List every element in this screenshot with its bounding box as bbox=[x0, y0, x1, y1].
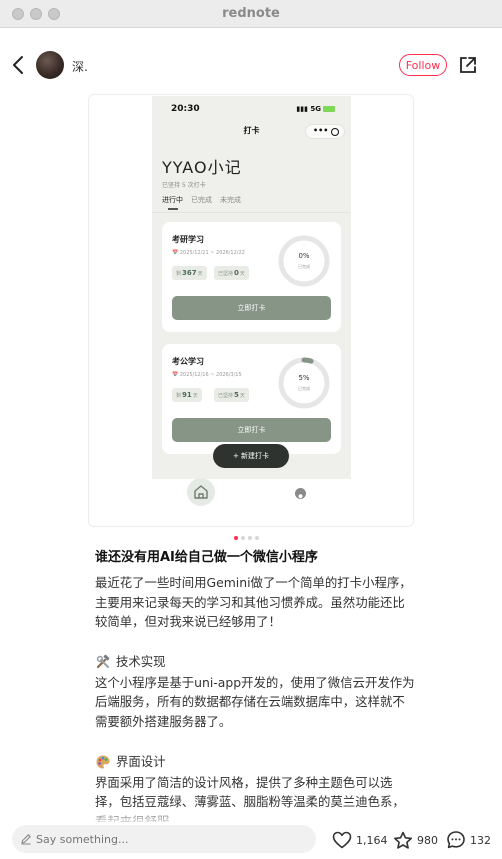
like-count: 1,164 bbox=[356, 833, 388, 847]
progress-percent: 5% bbox=[298, 374, 310, 382]
star-icon bbox=[394, 831, 412, 849]
streak-days-chip: 已坚持5天 bbox=[214, 388, 249, 402]
comment-bubble-icon bbox=[447, 831, 465, 849]
comment-button[interactable]: 132 bbox=[446, 830, 491, 850]
post-title: 谁还没有用AI给自己做一个微信小程序 bbox=[95, 550, 318, 565]
remaining-days-chip: 剩91天 bbox=[172, 388, 202, 402]
section-body-tech: 这个小程序是基于uni-app开发的，使用了微信云开发作为后端服务，所有的数据都… bbox=[95, 674, 415, 729]
collect-count: 980 bbox=[417, 833, 438, 847]
mini-app-subtitle: 已坚持 5 次打卡 bbox=[162, 182, 206, 189]
calendar-icon: 📅 bbox=[172, 372, 180, 378]
author-avatar[interactable] bbox=[36, 51, 64, 79]
target-icon bbox=[331, 128, 339, 136]
author-name[interactable]: 深. bbox=[72, 58, 88, 75]
status-time: 20:30 bbox=[171, 104, 200, 114]
calendar-icon: 📅 bbox=[172, 250, 180, 256]
signal-bars-icon: ▮▮▮ bbox=[296, 105, 311, 113]
comment-count: 132 bbox=[470, 833, 491, 847]
mini-tab-done: 已完成 bbox=[191, 196, 212, 204]
mini-home-tab bbox=[187, 478, 215, 506]
carousel-indicator bbox=[232, 536, 272, 542]
mini-tab-indicator bbox=[168, 208, 178, 210]
checkin-card: 考研学习 📅 2025/12/21 ~ 2026/12/22 剩367天 已坚持… bbox=[162, 222, 341, 332]
new-checkin-button: + 新建打卡 bbox=[213, 444, 289, 468]
mini-program-capsule: ••• bbox=[305, 124, 345, 139]
follow-button[interactable]: Follow bbox=[399, 54, 447, 76]
mini-tab-ongoing: 进行中 bbox=[162, 196, 183, 204]
status-signal: ▮▮▮ 5G bbox=[296, 105, 335, 113]
remaining-days-chip: 剩367天 bbox=[172, 266, 207, 280]
window-title: rednote bbox=[222, 6, 280, 21]
progress-percent: 0% bbox=[298, 252, 310, 260]
progress-caption: 已完成 bbox=[298, 264, 310, 269]
window-titlebar: rednote bbox=[0, 0, 502, 28]
collect-button[interactable]: 980 bbox=[393, 830, 438, 850]
checkin-card: 考公学习 📅 2025/12/16 ~ 2026/3/15 剩91天 已坚持5天… bbox=[162, 344, 341, 454]
share-icon[interactable] bbox=[458, 55, 478, 75]
comment-input[interactable] bbox=[12, 825, 316, 853]
pencil-icon bbox=[21, 834, 31, 845]
progress-caption: 已完成 bbox=[298, 386, 310, 391]
heart-icon bbox=[332, 831, 352, 849]
section-heading: 界面设计 bbox=[95, 751, 415, 773]
mini-tabs: 进行中 已完成 未完成 bbox=[162, 195, 249, 205]
progress-ring bbox=[278, 357, 330, 409]
user-icon bbox=[295, 488, 306, 499]
post-intro: 最近花了一些时间用Gemini做了一个简单的打卡小程序，主要用来记录每天的学习和… bbox=[95, 575, 412, 630]
back-arrow-icon[interactable] bbox=[8, 52, 30, 78]
post-header: 深. Follow bbox=[0, 46, 502, 86]
checkin-button: 立即打卡 bbox=[172, 296, 331, 320]
section-title-tech: 技术实现 bbox=[116, 653, 166, 669]
mini-tab-divider bbox=[152, 212, 351, 213]
mini-nav-bar: 打卡 ••• bbox=[152, 122, 351, 140]
post-image-screenshot: 20:30 ▮▮▮ 5G 打卡 ••• YYAO小记 已坚持 5 次打卡 进行中… bbox=[152, 96, 351, 479]
card-title: 考公学习 bbox=[172, 357, 204, 366]
carousel-dot[interactable] bbox=[234, 536, 238, 540]
checkin-button: 立即打卡 bbox=[172, 418, 331, 442]
like-button[interactable]: 1,164 bbox=[332, 830, 388, 850]
section-heading: 技术实现 bbox=[95, 651, 415, 673]
streak-days-chip: 已坚持0天 bbox=[214, 266, 249, 280]
card-date: 📅 2025/12/16 ~ 2026/3/15 bbox=[172, 372, 242, 378]
home-icon bbox=[194, 485, 208, 499]
bottom-action-bar: 1,164 980 132 bbox=[0, 822, 502, 859]
hammer-wrench-icon bbox=[96, 654, 110, 668]
carousel-dot[interactable] bbox=[248, 536, 252, 540]
carousel-dot[interactable] bbox=[241, 536, 245, 540]
mini-tab-undone: 未完成 bbox=[220, 196, 241, 204]
carousel-dot[interactable] bbox=[255, 536, 259, 540]
post-body: 谁还没有用AI给自己做一个微信小程序 最近花了一些时间用Gemini做了一个简单… bbox=[95, 548, 415, 831]
battery-icon bbox=[323, 106, 335, 112]
mini-app-title: YYAO小记 bbox=[162, 158, 242, 177]
section-title-design: 界面设计 bbox=[116, 753, 166, 769]
palette-icon bbox=[96, 755, 110, 769]
card-date: 📅 2025/12/21 ~ 2026/12/22 bbox=[172, 250, 245, 256]
phone-status-bar: 20:30 ▮▮▮ 5G bbox=[152, 102, 351, 116]
card-title: 考研学习 bbox=[172, 235, 204, 244]
more-dots-icon: ••• bbox=[313, 126, 329, 135]
progress-ring bbox=[278, 235, 330, 287]
